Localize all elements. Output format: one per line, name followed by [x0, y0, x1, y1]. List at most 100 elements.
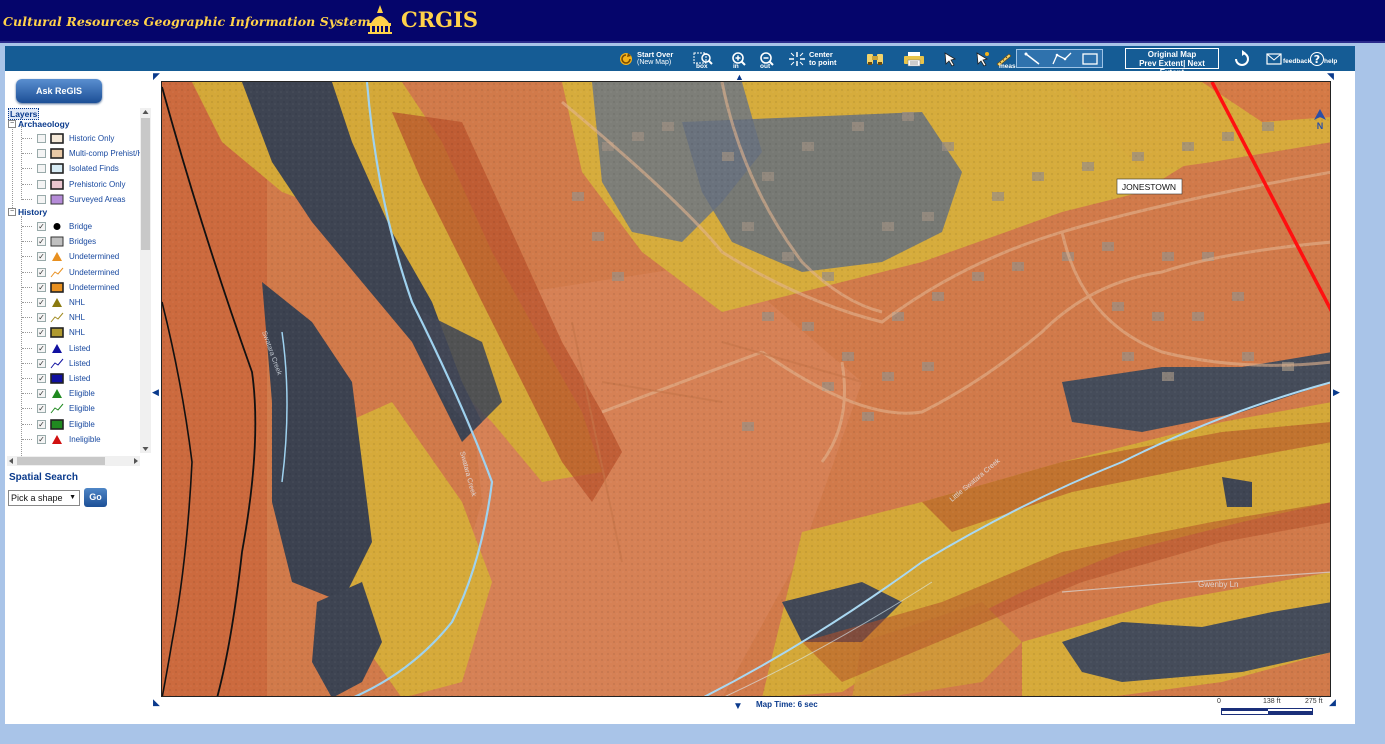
layer-item[interactable]: ✓ Listed	[22, 341, 90, 356]
layer-item[interactable]: ✓ NHL	[22, 295, 85, 310]
layer-item[interactable]: Isolated Finds	[22, 161, 119, 176]
layer-checkbox[interactable]: ✓	[37, 282, 46, 292]
help-label: help	[1324, 57, 1338, 65]
tree-line	[22, 256, 32, 258]
app-header: Cultural Resources Geographic Informatio…	[0, 0, 1385, 43]
select-arrow-button[interactable]	[942, 48, 958, 69]
layer-item[interactable]: ✓ Ineligible	[22, 432, 101, 447]
extent-controls[interactable]: Original Map Prev Extent| Next Extent	[1125, 48, 1219, 77]
pan-south-icon[interactable]: ▼	[733, 701, 743, 712]
layer-item[interactable]: ✓ Undetermined	[22, 280, 119, 295]
layer-item[interactable]: ✓ Eligible	[22, 386, 95, 401]
legend-line-icon	[49, 403, 65, 415]
map-imagery[interactable]: JONESTOWN Swatara Creek Little Swatara C…	[162, 82, 1331, 697]
layer-checkbox[interactable]: ✓	[37, 298, 46, 307]
refresh-button[interactable]	[1233, 48, 1251, 69]
layer-item[interactable]: Surveyed Areas	[22, 192, 125, 207]
layer-group-history[interactable]: − History	[8, 207, 47, 217]
measure-line-icon[interactable]	[1024, 51, 1042, 67]
shape-select-dropdown[interactable]: Pick a shape ▼	[8, 490, 80, 506]
measure-mode-group	[1016, 49, 1103, 68]
layer-checkbox[interactable]: ✓	[37, 237, 46, 247]
tree-line	[22, 138, 32, 139]
layers-horizontal-scrollbar[interactable]	[7, 456, 140, 466]
svg-text:?: ?	[1314, 53, 1320, 66]
layer-item[interactable]: ✓ NHL	[22, 310, 85, 325]
start-over-button[interactable]: Start Over (New Map)	[618, 48, 673, 69]
layer-item[interactable]: Historic Only	[22, 131, 115, 146]
layer-checkbox[interactable]: ✓	[37, 389, 46, 399]
layer-item[interactable]: Prehistoric Only	[22, 177, 125, 192]
vertical-scroll-thumb[interactable]	[141, 118, 150, 250]
capitol-dome-icon	[368, 5, 392, 34]
legend-line-icon	[49, 312, 65, 324]
layer-checkbox[interactable]	[37, 164, 46, 174]
go-button[interactable]: Go	[84, 488, 107, 507]
layer-item[interactable]: ✓ Bridges	[22, 234, 96, 249]
tree-line	[22, 302, 32, 303]
layer-item[interactable]: ✓ Bridge	[22, 219, 92, 234]
map-canvas[interactable]: JONESTOWN Swatara Creek Little Swatara C…	[161, 81, 1331, 697]
center-to-point-button[interactable]: Center to point	[788, 48, 837, 69]
zoom-in-button[interactable]: in	[731, 48, 747, 70]
layer-checkbox[interactable]	[37, 179, 46, 189]
layer-checkbox[interactable]	[37, 149, 46, 159]
layer-item[interactable]: ✓ Eligible	[22, 401, 95, 416]
legend-line-icon	[49, 357, 65, 369]
pan-northwest-icon[interactable]: ◤	[153, 71, 160, 82]
layer-item[interactable]: ✓ Undetermined	[22, 265, 119, 280]
help-button[interactable]: ? help	[1310, 48, 1337, 69]
crgis-logo[interactable]: CRGIS	[365, 3, 495, 37]
layer-checkbox[interactable]: ✓	[37, 419, 46, 429]
tree-line	[22, 198, 32, 200]
layer-checkbox[interactable]: ✓	[37, 328, 46, 338]
layer-item[interactable]: ✓ NHL	[22, 325, 85, 340]
layer-checkbox[interactable]	[37, 134, 46, 143]
shape-select-value: Pick a shape	[11, 493, 63, 503]
layer-item[interactable]: ✓ Undetermined	[22, 249, 119, 264]
layers-vertical-scrollbar[interactable]	[140, 108, 151, 453]
printer-icon	[904, 51, 924, 66]
measure-area-icon[interactable]	[1081, 51, 1099, 67]
layer-item[interactable]: ✓ Listed	[22, 356, 90, 371]
pan-southeast-icon[interactable]: ◢	[1329, 697, 1336, 708]
print-button[interactable]	[903, 48, 925, 69]
horizontal-scroll-thumb[interactable]	[17, 457, 105, 465]
original-map-link[interactable]: Original Map	[1126, 50, 1218, 59]
pan-southwest-icon[interactable]: ◣	[153, 697, 160, 708]
zoom-out-button[interactable]: out	[759, 48, 777, 70]
layer-checkbox[interactable]: ✓	[37, 313, 46, 323]
legend-triangle-icon	[49, 342, 65, 354]
app-title: Cultural Resources Geographic Informatio…	[3, 14, 371, 29]
layer-checkbox[interactable]: ✓	[37, 358, 46, 368]
select-features-button[interactable]	[973, 48, 991, 69]
layer-checkbox[interactable]: ✓	[37, 343, 46, 353]
legend-box-fill-icon	[49, 193, 65, 205]
ask-regis-button[interactable]: Ask ReGIS	[16, 79, 102, 103]
layer-item[interactable]: Multi-comp Prehist/H	[22, 146, 143, 161]
identify-button[interactable]	[865, 48, 885, 69]
layer-checkbox[interactable]	[37, 194, 46, 204]
zoom-box-button[interactable]: box	[693, 48, 715, 70]
collapse-toggle-icon[interactable]: −	[8, 120, 16, 128]
feedback-button[interactable]: feedback	[1266, 48, 1311, 69]
scroll-up-arrow-icon[interactable]	[140, 108, 151, 116]
scroll-right-arrow-icon[interactable]	[132, 456, 140, 466]
layer-label: Eligible	[69, 404, 95, 414]
pan-west-icon[interactable]: ◀	[152, 387, 159, 398]
scroll-left-arrow-icon[interactable]	[7, 456, 15, 466]
scroll-down-arrow-icon[interactable]	[140, 445, 151, 453]
layer-group-archaeology[interactable]: − Archaeology	[8, 119, 70, 129]
layer-item[interactable]: ✓ Listed	[22, 371, 90, 386]
pan-east-icon[interactable]: ▶	[1333, 387, 1340, 398]
measure-polyline-icon[interactable]	[1051, 51, 1073, 67]
layer-checkbox[interactable]: ✓	[37, 252, 46, 262]
layer-checkbox[interactable]: ✓	[37, 434, 46, 444]
layer-checkbox[interactable]: ✓	[37, 222, 46, 231]
layer-label: Historic Only	[69, 134, 115, 143]
layer-checkbox[interactable]: ✓	[37, 267, 46, 277]
layer-checkbox[interactable]: ✓	[37, 374, 46, 383]
collapse-toggle-icon[interactable]: −	[8, 208, 16, 216]
layer-checkbox[interactable]: ✓	[37, 404, 46, 414]
layer-item[interactable]: ✓ Eligible	[22, 417, 95, 432]
